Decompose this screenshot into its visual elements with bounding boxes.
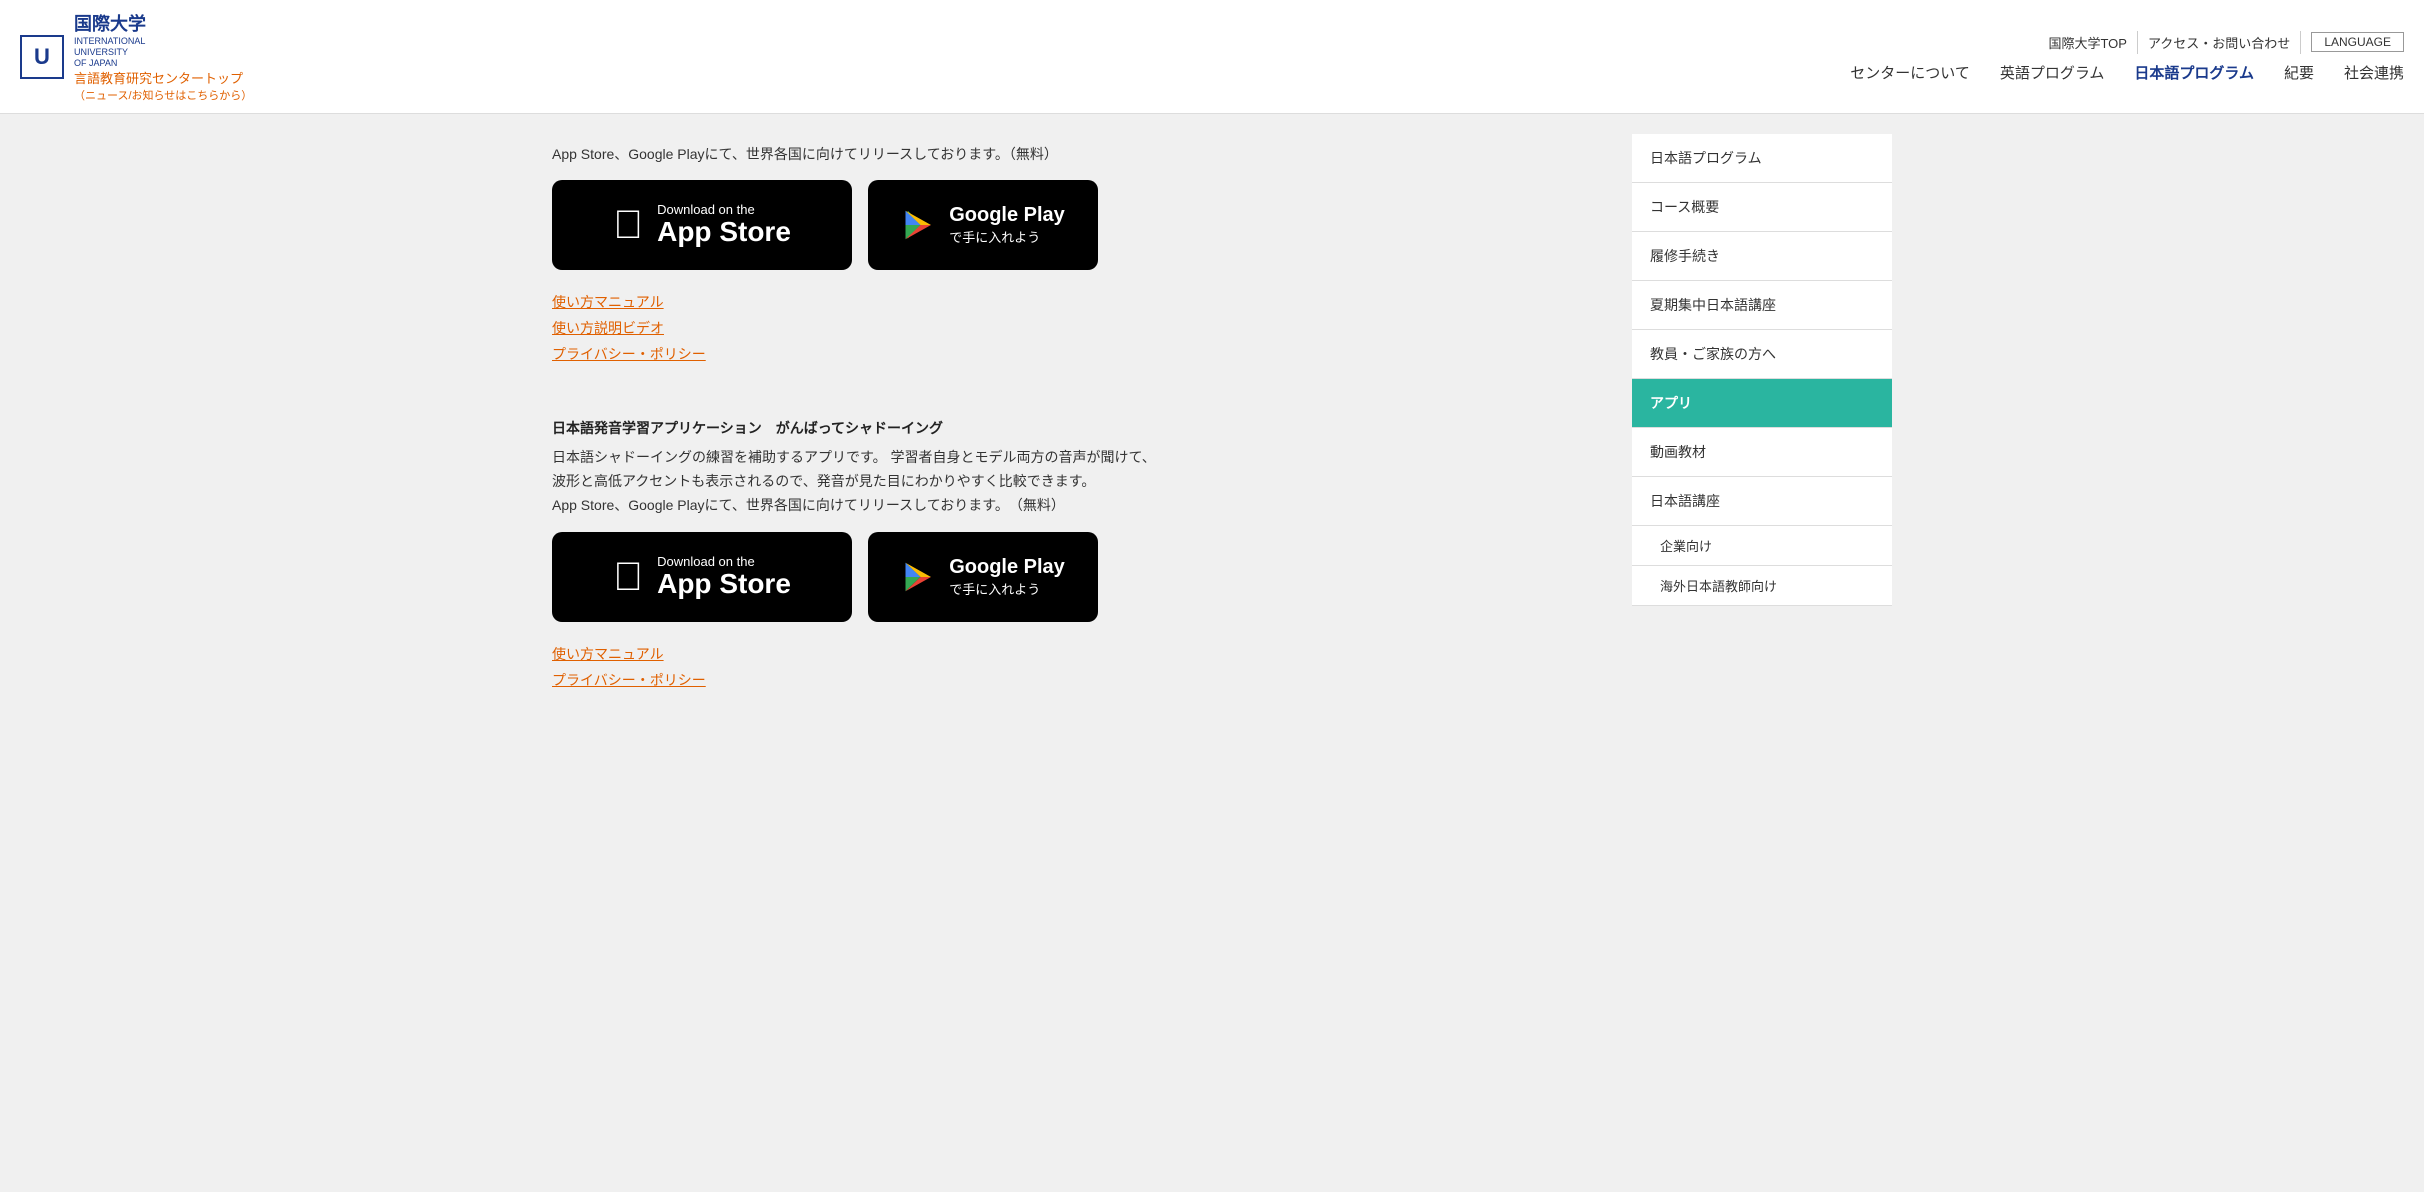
app-store-big-label-2: App Store [657, 569, 791, 600]
sidebar-item-app[interactable]: アプリ [1632, 379, 1892, 428]
app-store-big-label: App Store [657, 217, 791, 248]
sidebar-item-summer[interactable]: 夏期集中日本語講座 [1632, 281, 1892, 330]
nav-english[interactable]: 英語プログラム [2000, 62, 2105, 83]
app-store-text: Download on the App Store [657, 202, 791, 248]
top-links: 国際大学TOP アクセス・お問い合わせ LANGUAGE [2038, 31, 2404, 54]
nav-community[interactable]: 社会連携 [2344, 62, 2404, 83]
sidebar-item-teachers[interactable]: 教員・ご家族の方へ [1632, 330, 1892, 379]
section2-store-buttons:  Download on the App Store Google Play … [552, 532, 1582, 622]
main-content: App Store、Google Playにて、世界各国に向けてリリースしており… [532, 134, 1602, 723]
header-right: 国際大学TOP アクセス・お問い合わせ LANGUAGE センターについて 英語… [1850, 31, 2404, 83]
google-play-big-label: Google Play [949, 204, 1065, 227]
google-play-text: Google Play で手に入れよう [949, 204, 1065, 246]
app-store-text-2: Download on the App Store [657, 554, 791, 600]
page-layout: App Store、Google Playにて、世界各国に向けてリリースしており… [512, 114, 1912, 743]
section1-video-link[interactable]: 使い方説明ビデオ [552, 318, 1582, 338]
section2-app-store-button[interactable]:  Download on the App Store [552, 532, 852, 622]
section1-privacy-link[interactable]: プライバシー・ポリシー [552, 344, 1582, 364]
sidebar-item-registration[interactable]: 履修手続き [1632, 232, 1892, 281]
apple-icon-2:  [613, 557, 643, 597]
google-play-icon-2 [901, 559, 937, 595]
nav-center[interactable]: センターについて [1850, 62, 1970, 83]
center-name[interactable]: 言語教育研究センタートップ [74, 68, 252, 87]
sidebar-item-lecture[interactable]: 日本語講座 [1632, 477, 1892, 526]
google-play-icon [901, 207, 937, 243]
section1-store-buttons:  Download on the App Store [552, 180, 1582, 270]
main-nav: センターについて 英語プログラム 日本語プログラム 紀要 社会連携 [1850, 62, 2404, 83]
top-link-univ[interactable]: 国際大学TOP [2038, 31, 2138, 54]
sidebar-item-nihongo-program[interactable]: 日本語プログラム [1632, 134, 1892, 183]
header: U 国際大学 INTERNATIONAL UNIVERSITY OF JAPAN… [0, 0, 2424, 114]
section2-google-play-button[interactable]: Google Play で手に入れよう [868, 532, 1098, 622]
section2-links: 使い方マニュアル プライバシー・ポリシー [552, 644, 1582, 690]
app-store-small-label-2: Download on the [657, 554, 791, 569]
center-sub: （ニュース/お知らせはこちらから） [74, 87, 252, 103]
section2-title: 日本語発音学習アプリケーション がんばってシャドーイング [552, 418, 1582, 438]
sidebar: 日本語プログラム コース概要 履修手続き 夏期集中日本語講座 教員・ご家族の方へ… [1632, 134, 1892, 723]
logo-icon: U [20, 35, 64, 79]
section2-manual-link[interactable]: 使い方マニュアル [552, 644, 1582, 664]
sidebar-item-course[interactable]: コース概要 [1632, 183, 1892, 232]
section2-privacy-link[interactable]: プライバシー・ポリシー [552, 670, 1582, 690]
section1-links: 使い方マニュアル 使い方説明ビデオ プライバシー・ポリシー [552, 292, 1582, 364]
section-divider [552, 388, 1582, 418]
sidebar-item-video[interactable]: 動画教材 [1632, 428, 1892, 477]
app-store-small-label: Download on the [657, 202, 791, 217]
nav-bulletin[interactable]: 紀要 [2284, 62, 2314, 83]
google-play-small-label: で手に入れよう [949, 227, 1065, 246]
univ-name: 国際大学 [74, 10, 252, 36]
apple-icon:  [613, 205, 643, 245]
logo-text: 国際大学 INTERNATIONAL UNIVERSITY OF JAPAN 言… [74, 10, 252, 103]
section1-manual-link[interactable]: 使い方マニュアル [552, 292, 1582, 312]
language-button[interactable]: LANGUAGE [2311, 32, 2404, 52]
google-play-big-label-2: Google Play [949, 556, 1065, 579]
sidebar-item-overseas[interactable]: 海外日本語教師向け [1632, 566, 1892, 606]
top-link-access[interactable]: アクセス・お問い合わせ [2138, 31, 2301, 54]
section1-google-play-button[interactable]: Google Play で手に入れよう [868, 180, 1098, 270]
section1-intro: App Store、Google Playにて、世界各国に向けてリリースしており… [552, 144, 1582, 164]
section1-app-store-button[interactable]:  Download on the App Store [552, 180, 852, 270]
google-play-small-label-2: で手に入れよう [949, 579, 1065, 598]
nav-japanese[interactable]: 日本語プログラム [2134, 62, 2254, 83]
google-play-text-2: Google Play で手に入れよう [949, 556, 1065, 598]
header-left: U 国際大学 INTERNATIONAL UNIVERSITY OF JAPAN… [20, 10, 252, 103]
section2-desc: 日本語シャドーイングの練習を補助するアプリです。 学習者自身とモデル両方の音声が… [552, 446, 1582, 517]
univ-en: INTERNATIONAL UNIVERSITY OF JAPAN [74, 36, 252, 68]
sidebar-item-corporate[interactable]: 企業向け [1632, 526, 1892, 566]
